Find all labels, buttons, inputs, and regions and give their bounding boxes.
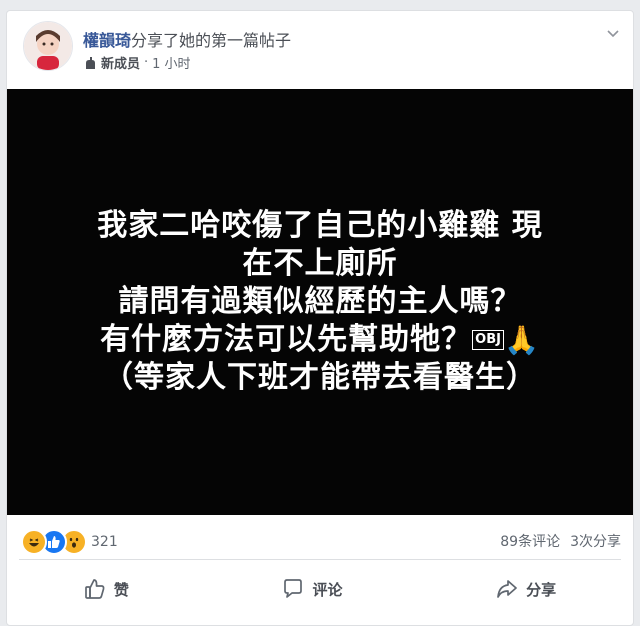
like-label: 赞 [113,580,129,599]
comment-icon [284,579,303,598]
image-text-line-part: 有什麼方法可以先幫助牠？ [100,321,473,357]
post-card: 權韻琦分享了她的第一篇帖子 新成员 · 1 小时 我家二哈咬傷了自己的小雞雞 現… [6,10,634,626]
post-time[interactable]: 1 小时 [152,53,190,72]
comment-count[interactable]: 89条评论 [500,531,560,551]
post-header: 權韻琦分享了她的第一篇帖子 [83,27,291,51]
share-label: 分享 [526,580,557,599]
new-member-icon [86,56,95,69]
thumbs-up-icon [84,579,105,599]
engagement-counts: 89条评论 3次分享 [500,531,621,551]
comment-button[interactable]: 评论 [252,572,372,606]
reactions-summary[interactable]: 321 [21,529,118,555]
reaction-count[interactable]: 321 [91,534,118,550]
laugh-icon [21,529,47,555]
share-count[interactable]: 3次分享 [570,531,621,551]
action-bar: 赞 评论 分享 [7,565,633,613]
post-image[interactable]: 我家二哈咬傷了自己的小雞雞 現 在不上廁所 請問有過類似經歷的主人嗎？ 有什麼方… [7,89,633,515]
avatar[interactable] [23,21,73,71]
post-meta: 新成员 · 1 小时 [83,53,191,72]
image-text-line: 請問有過類似經歷的主人嗎？ [118,283,522,319]
praying-hands-emoji: 🙏 [503,323,540,357]
comment-label: 评论 [312,580,343,599]
object-replacement-marker: OBJ [472,330,504,351]
meta-separator: · [144,55,149,70]
post-action-text: 分享了她的第一篇帖子 [131,31,292,50]
post-stats: 321 89条评论 3次分享 [7,525,633,555]
image-text-line: 在不上廁所 [242,245,398,281]
author-name[interactable]: 權韻琦 [83,31,131,50]
member-badge[interactable]: 新成员 [101,53,140,72]
image-text-line: （等家人下班才能帶去看醫生） [102,360,537,396]
image-text-line: 我家二哈咬傷了自己的小雞雞 現 [97,207,543,243]
divider [19,559,621,560]
share-icon [497,580,517,598]
like-button[interactable]: 赞 [54,572,159,606]
image-text: 我家二哈咬傷了自己的小雞雞 現 在不上廁所 請問有過類似經歷的主人嗎？ 有什麼方… [97,207,542,398]
chevron-down-icon[interactable] [605,25,621,41]
image-text-line: 有什麼方法可以先幫助牠？ OBJ 🙏 [97,321,542,360]
share-button[interactable]: 分享 [466,572,586,606]
